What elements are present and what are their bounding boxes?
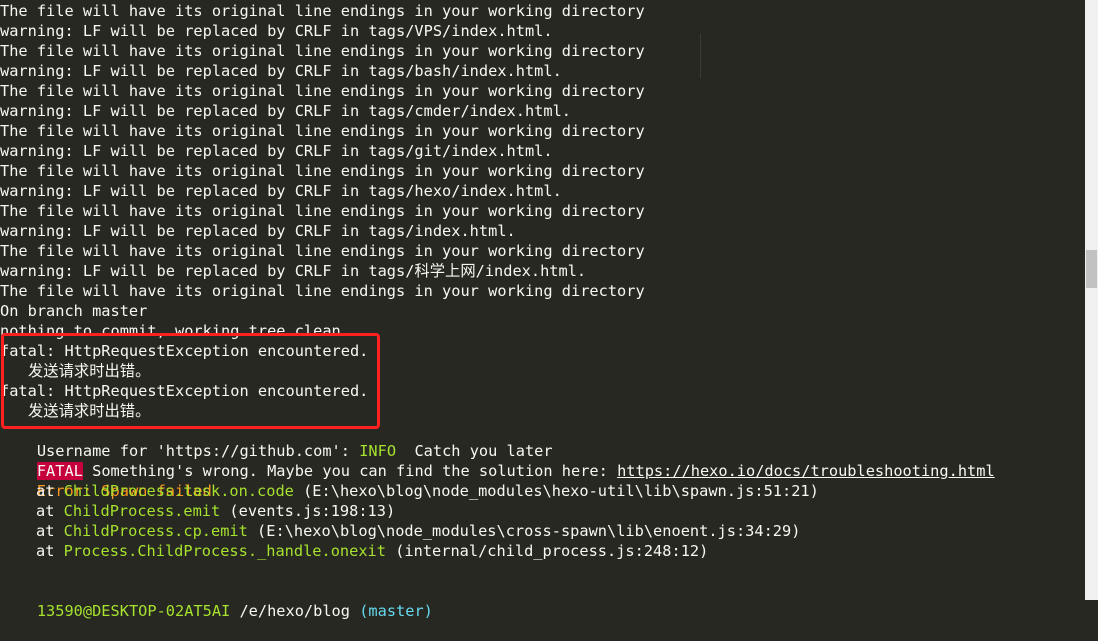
- stack-trace-line: at ChildProcess.task.on.code (E:\hexo\bl…: [0, 481, 819, 501]
- output-line: The file will have its original line end…: [0, 2, 645, 20]
- output-line: The file will have its original line end…: [0, 282, 645, 300]
- terminal-output[interactable]: The file will have its original line end…: [0, 0, 1085, 620]
- stack-location: (E:\hexo\blog\node_modules\cross-spawn\l…: [247, 522, 801, 540]
- stack-location: (E:\hexo\blog\node_modules\hexo-util\lib…: [293, 482, 819, 500]
- warning-line: warning: LF will be replaced by CRLF in …: [0, 222, 516, 240]
- stack-at: at: [36, 482, 64, 500]
- stack-at: at: [36, 502, 64, 520]
- stack-function: ChildProcess.task.on.code: [63, 482, 294, 500]
- prompt-path: /e/hexo/blog: [230, 602, 360, 620]
- vertical-scrollbar[interactable]: [1085, 0, 1098, 600]
- stack-trace-line: at ChildProcess.cp.emit (E:\hexo\blog\no…: [0, 521, 800, 541]
- output-line: The file will have its original line end…: [0, 82, 645, 100]
- warning-line: warning: LF will be replaced by CRLF in …: [0, 102, 571, 120]
- output-line: The file will have its original line end…: [0, 202, 645, 220]
- shell-prompt: 13590@DESKTOP-02AT5AI /e/hexo/blog (mast…: [0, 581, 433, 620]
- warning-line: warning: LF will be replaced by CRLF in …: [0, 142, 553, 160]
- prompt-user-host: 13590@DESKTOP-02AT5AI: [36, 602, 231, 620]
- warning-line: warning: LF will be replaced by CRLF in …: [0, 22, 553, 40]
- stack-function: Process.ChildProcess._handle.onexit: [63, 542, 386, 560]
- output-line: The file will have its original line end…: [0, 242, 645, 260]
- red-highlight-annotation: [1, 333, 380, 429]
- faint-separator: [700, 34, 701, 78]
- fatal-summary-line: FATAL Something's wrong. Maybe you can f…: [0, 441, 995, 480]
- warning-line: warning: LF will be replaced by CRLF in …: [0, 182, 562, 200]
- prompt-branch: (master): [359, 602, 433, 620]
- stack-at: at: [36, 522, 64, 540]
- warning-line: warning: LF will be replaced by CRLF in …: [0, 62, 562, 80]
- spawn-error-line: Error: Spawn failed: [0, 461, 212, 500]
- stack-trace-line: at ChildProcess.emit (events.js:198:13): [0, 501, 395, 521]
- troubleshooting-link[interactable]: https://hexo.io/docs/troubleshooting.htm…: [617, 462, 995, 480]
- stack-at: at: [36, 542, 64, 560]
- stack-function: ChildProcess.cp.emit: [63, 522, 248, 540]
- stack-location: (internal/child_process.js:248:12): [385, 542, 709, 560]
- stack-function: ChildProcess.emit: [63, 502, 221, 520]
- warning-line: warning: LF will be replaced by CRLF in …: [0, 262, 587, 280]
- branch-status-line: On branch master: [0, 302, 148, 320]
- stack-location: (events.js:198:13): [220, 502, 396, 520]
- output-line: The file will have its original line end…: [0, 122, 645, 140]
- output-line: The file will have its original line end…: [0, 42, 645, 60]
- scrollbar-thumb[interactable]: [1086, 250, 1097, 288]
- output-line: The file will have its original line end…: [0, 162, 645, 180]
- stack-trace-line: at Process.ChildProcess._handle.onexit (…: [0, 541, 708, 561]
